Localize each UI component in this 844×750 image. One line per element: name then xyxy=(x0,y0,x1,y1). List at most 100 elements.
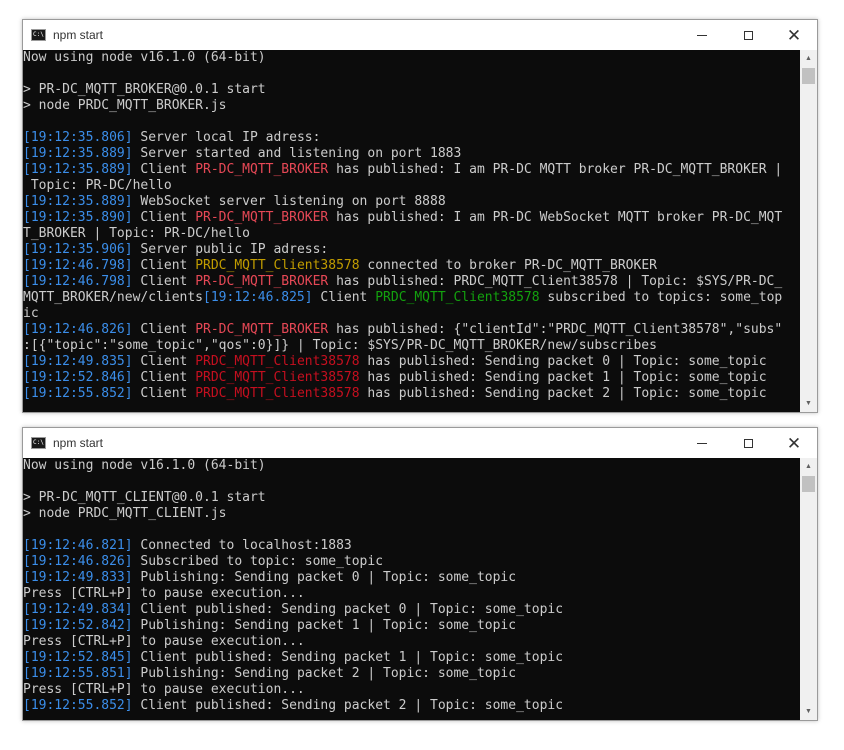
timestamp: [19:12:49.833] xyxy=(23,570,133,585)
maximize-icon xyxy=(743,438,753,448)
timestamp: [19:12:35.890] xyxy=(23,210,133,225)
console-line: [19:12:49.834] Client published: Sending… xyxy=(23,602,800,618)
console-text: Client xyxy=(132,274,196,289)
minimize-icon xyxy=(697,34,707,36)
vertical-scrollbar[interactable]: ▲ ▼ xyxy=(800,458,817,720)
timestamp: [19:12:52.846] xyxy=(23,370,133,385)
console-text: Client published: Sending packet 1 | Top… xyxy=(132,650,564,665)
console-text: WebSocket server listening on port 8888 xyxy=(132,194,446,209)
timestamp: [19:12:35.889] xyxy=(23,162,133,177)
maximize-button[interactable] xyxy=(725,428,771,458)
console-line: :[{"topic":"some_topic","qos":0}]} | Top… xyxy=(23,338,800,354)
scroll-down-arrow-icon[interactable]: ▼ xyxy=(800,395,817,412)
minimize-button[interactable] xyxy=(679,20,725,50)
minimize-button[interactable] xyxy=(679,428,725,458)
console-line: > node PRDC_MQTT_CLIENT.js xyxy=(23,506,800,522)
console-text: subscribed to topics: some_top xyxy=(539,290,783,305)
scrollbar-thumb[interactable] xyxy=(802,68,815,84)
close-button[interactable]: ✕ xyxy=(771,428,817,458)
console-line: Press [CTRL+P] to pause execution... xyxy=(23,634,800,650)
timestamp: [19:12:52.842] xyxy=(23,618,133,633)
console-line: T_BROKER | Topic: PR-DC/hello xyxy=(23,226,800,242)
console-text: Server public IP adress: xyxy=(132,242,329,257)
console-line: [19:12:52.846] Client PRDC_MQTT_Client38… xyxy=(23,370,800,386)
console-text: has published: PRDC_MQTT_Client38578 | T… xyxy=(328,274,783,289)
console-line: [19:12:49.833] Publishing: Sending packe… xyxy=(23,570,800,586)
console-text: MQTT_BROKER/new/clients xyxy=(23,290,204,305)
console-text: Publishing: Sending packet 0 | Topic: so… xyxy=(132,570,517,585)
console-line: > PR-DC_MQTT_CLIENT@0.0.1 start xyxy=(23,490,800,506)
console-line: Now using node v16.1.0 (64-bit) xyxy=(23,458,800,474)
close-icon: ✕ xyxy=(786,433,802,453)
console-text: Client xyxy=(132,210,196,225)
console-line: Press [CTRL+P] to pause execution... xyxy=(23,586,800,602)
console-text: > node PRDC_MQTT_BROKER.js xyxy=(23,98,227,113)
console-text: Server started and listening on port 188… xyxy=(132,146,462,161)
console-line: [19:12:35.889] Server started and listen… xyxy=(23,146,800,162)
console-text: Topic: PR-DC/hello xyxy=(23,178,172,193)
close-button[interactable]: ✕ xyxy=(771,20,817,50)
console-text: Client xyxy=(132,258,196,273)
console-text: > PR-DC_MQTT_BROKER@0.0.1 start xyxy=(23,82,266,97)
console-text: Now using node v16.1.0 (64-bit) xyxy=(23,458,266,473)
console-text: Client xyxy=(132,322,196,337)
maximize-icon xyxy=(743,30,753,40)
close-icon: ✕ xyxy=(786,25,802,45)
console-line: MQTT_BROKER/new/clients[19:12:46.825] Cl… xyxy=(23,290,800,306)
console-text: > PR-DC_MQTT_CLIENT@0.0.1 start xyxy=(23,490,266,505)
timestamp: [19:12:55.852] xyxy=(23,698,133,713)
scroll-up-arrow-icon[interactable]: ▲ xyxy=(800,458,817,475)
console-line: [19:12:55.852] Client published: Sending… xyxy=(23,698,800,714)
timestamp: [19:12:49.834] xyxy=(23,602,133,617)
console-text: has published: Sending packet 2 | Topic:… xyxy=(359,386,767,401)
vertical-scrollbar[interactable]: ▲ ▼ xyxy=(800,50,817,412)
title-bar[interactable]: C:\ npm start ✕ xyxy=(23,20,817,50)
timestamp: [19:12:46.798] xyxy=(23,258,133,273)
minimize-icon xyxy=(697,442,707,444)
timestamp: [19:12:35.806] xyxy=(23,130,133,145)
console-line: [19:12:49.835] Client PRDC_MQTT_Client38… xyxy=(23,354,800,370)
client-name: PRDC_MQTT_Client38578 xyxy=(375,290,540,305)
scrollbar-thumb[interactable] xyxy=(802,476,815,492)
console-text: Client published: Sending packet 0 | Top… xyxy=(132,602,564,617)
title-bar[interactable]: C:\ npm start ✕ xyxy=(23,428,817,458)
console-text: connected to broker PR-DC_MQTT_BROKER xyxy=(359,258,657,273)
console-output[interactable]: Now using node v16.1.0 (64-bit) > PR-DC_M… xyxy=(23,458,800,720)
scroll-down-arrow-icon[interactable]: ▼ xyxy=(800,703,817,720)
client-name: PRDC_MQTT_Client38578 xyxy=(195,258,360,273)
console-line: [19:12:46.798] Client PRDC_MQTT_Client38… xyxy=(23,258,800,274)
console-line: ic xyxy=(23,306,800,322)
timestamp: [19:12:55.851] xyxy=(23,666,133,681)
console-text: Connected to localhost:1883 xyxy=(132,538,352,553)
client-name: PR-DC_MQTT_BROKER xyxy=(195,210,329,225)
timestamp: [19:12:35.906] xyxy=(23,242,133,257)
console-line: [19:12:46.826] Client PR-DC_MQTT_BROKER … xyxy=(23,322,800,338)
console-line: > PR-DC_MQTT_BROKER@0.0.1 start xyxy=(23,82,800,98)
console-line: Topic: PR-DC/hello xyxy=(23,178,800,194)
console-text: Client xyxy=(132,386,196,401)
scroll-up-arrow-icon[interactable]: ▲ xyxy=(800,50,817,67)
client-name: PRDC_MQTT_Client38578 xyxy=(195,370,360,385)
console-text: Client xyxy=(132,162,196,177)
timestamp: [19:12:49.835] xyxy=(23,354,133,369)
console-text: Client xyxy=(312,290,376,305)
console-line: [19:12:52.842] Publishing: Sending packe… xyxy=(23,618,800,634)
console-text: has published: Sending packet 1 | Topic:… xyxy=(359,370,767,385)
console-text: Press [CTRL+P] to pause execution... xyxy=(23,634,305,649)
client-name: PRDC_MQTT_Client38578 xyxy=(195,354,360,369)
client-name: PR-DC_MQTT_BROKER xyxy=(195,274,329,289)
console-line: [19:12:46.821] Connected to localhost:18… xyxy=(23,538,800,554)
console-text: > node PRDC_MQTT_CLIENT.js xyxy=(23,506,227,521)
console-text: has published: I am PR-DC WebSocket MQTT… xyxy=(328,210,783,225)
maximize-button[interactable] xyxy=(725,20,771,50)
console-output[interactable]: Now using node v16.1.0 (64-bit) > PR-DC_M… xyxy=(23,50,800,412)
console-line: [19:12:35.889] Client PR-DC_MQTT_BROKER … xyxy=(23,162,800,178)
console-text: Press [CTRL+P] to pause execution... xyxy=(23,682,305,697)
client-name: PR-DC_MQTT_BROKER xyxy=(195,162,329,177)
timestamp: [19:12:46.821] xyxy=(23,538,133,553)
console-text: Client published: Sending packet 2 | Top… xyxy=(132,698,564,713)
console-text: Publishing: Sending packet 2 | Topic: so… xyxy=(132,666,517,681)
